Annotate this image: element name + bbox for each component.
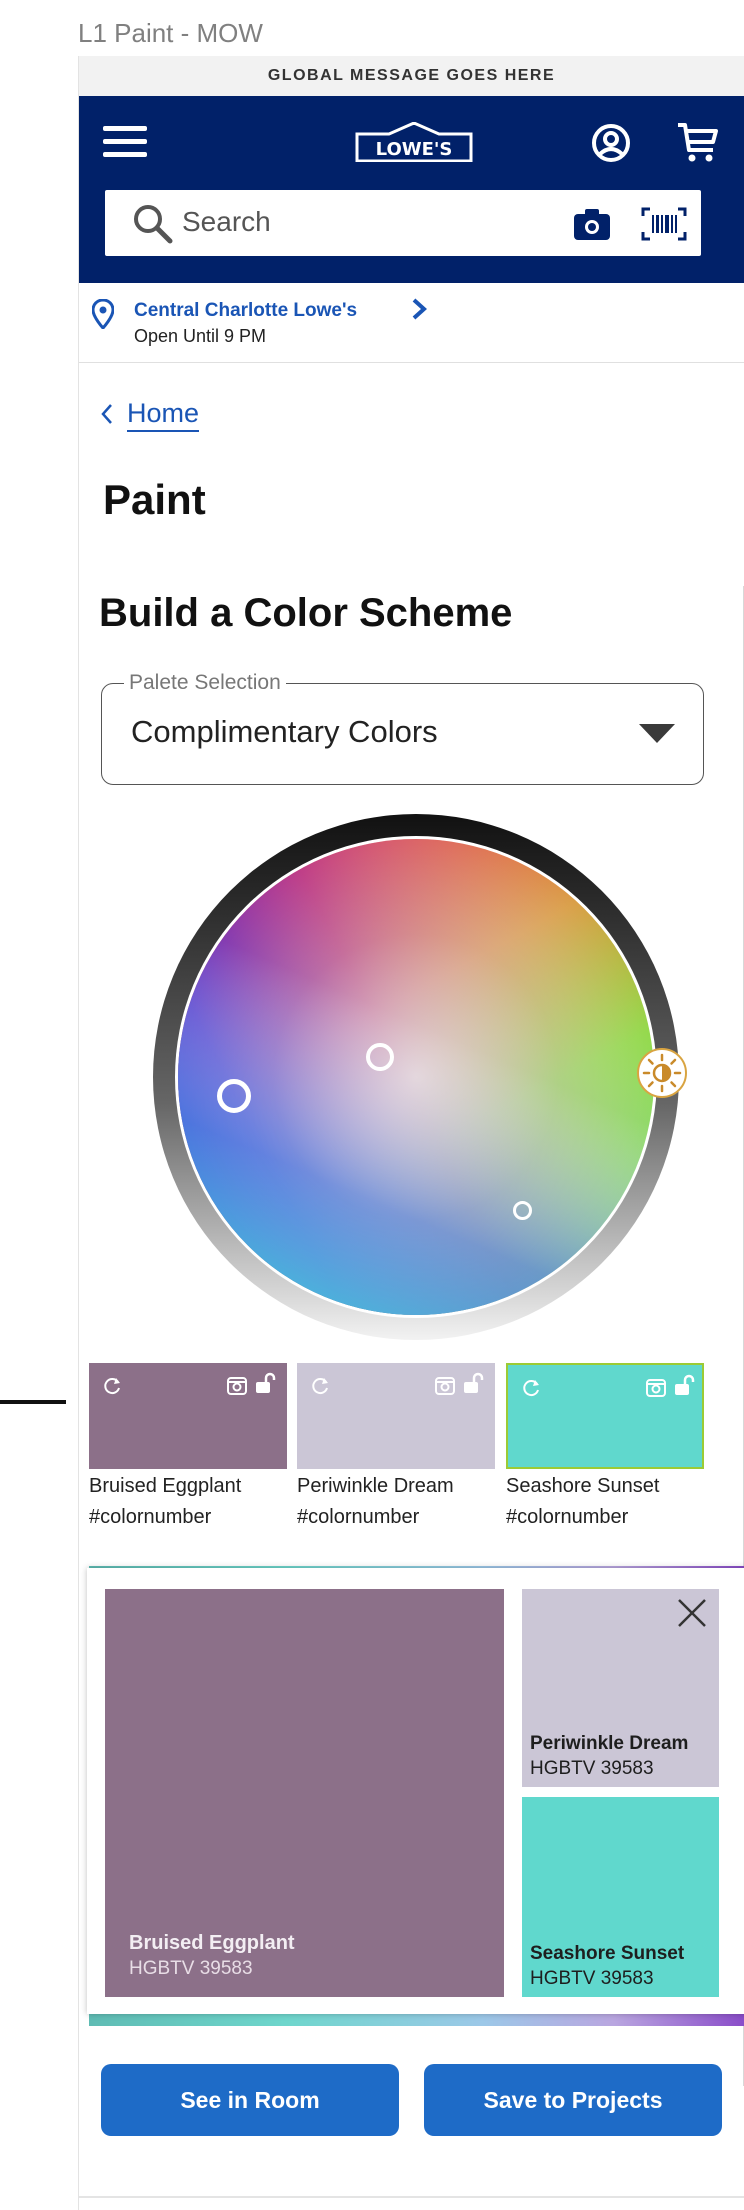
preview-side-code: HGBTV 39583 (530, 1968, 654, 1989)
store-name-link[interactable]: Central Charlotte Lowe's (134, 300, 357, 322)
refresh-icon[interactable] (101, 1375, 123, 1397)
preview-main-swatch[interactable]: Bruised Eggplant HGBTV 39583 (105, 1589, 504, 1997)
unlock-icon[interactable] (254, 1372, 276, 1394)
barcode-scan-icon[interactable] (641, 207, 687, 241)
swatch-number: #colornumber (297, 1506, 420, 1528)
wheel-handle-primary[interactable] (366, 1043, 394, 1071)
svg-text:LOWE'S: LOWE'S (376, 139, 453, 160)
chevron-right-icon[interactable] (409, 297, 429, 321)
preview-side-swatch[interactable]: Seashore Sunset HGBTV 39583 (522, 1797, 719, 1997)
store-hours: Open Until 9 PM (134, 326, 267, 346)
palette-select-label: Palete Selection (124, 671, 286, 695)
wheel-handle-secondary[interactable] (217, 1079, 251, 1113)
site-header: LOWE'S Search (79, 96, 744, 283)
caret-down-icon[interactable] (637, 722, 677, 744)
swatch-card[interactable] (89, 1363, 287, 1469)
palette-select[interactable]: Palete Selection Complimentary Colors (101, 671, 704, 785)
preview-icon[interactable] (226, 1375, 248, 1397)
save-to-projects-button[interactable]: Save to Projects (424, 2064, 722, 2136)
page-title: Paint (103, 476, 206, 523)
chevron-left-icon[interactable] (99, 402, 115, 426)
bottom-divider (79, 2196, 744, 2198)
brightness-icon[interactable] (635, 1046, 689, 1100)
frame-label: L1 Paint - MOW (78, 18, 263, 48)
search-icon (134, 205, 173, 244)
palette-select-value[interactable]: Complimentary Colors (131, 714, 438, 750)
refresh-icon[interactable] (520, 1377, 542, 1399)
phone-screen: GLOBAL MESSAGE GOES HERE LOWE'S Search C… (78, 56, 744, 2210)
search-input[interactable]: Search (182, 206, 271, 238)
preview-icon[interactable] (434, 1375, 456, 1397)
frame-divider (0, 1400, 66, 1404)
cart-icon[interactable] (675, 120, 721, 166)
preview-side-code: HGBTV 39583 (530, 1758, 654, 1779)
refresh-icon[interactable] (309, 1375, 331, 1397)
preview-icon[interactable] (645, 1377, 667, 1399)
swatch-name: Bruised Eggplant (89, 1475, 242, 1497)
swatch-name: Seashore Sunset (506, 1475, 660, 1497)
color-wheel[interactable] (149, 810, 683, 1344)
camera-icon[interactable] (573, 207, 611, 241)
unlock-icon[interactable] (462, 1372, 484, 1394)
see-in-room-button[interactable]: See in Room (101, 2064, 399, 2136)
global-message-banner: GLOBAL MESSAGE GOES HERE (79, 56, 744, 96)
store-selector[interactable]: Central Charlotte Lowe's Open Until 9 PM (79, 283, 744, 363)
preview-main-name: Bruised Eggplant (129, 1932, 295, 1954)
breadcrumb-home[interactable]: Home (127, 396, 200, 432)
menu-icon[interactable] (103, 126, 147, 158)
wheel-handle-tertiary[interactable] (513, 1201, 532, 1220)
swatch-card[interactable] (297, 1363, 495, 1469)
preview-side-name: Periwinkle Dream (530, 1733, 689, 1754)
section-title: Build a Color Scheme (99, 591, 513, 635)
preview-main-code: HGBTV 39583 (129, 1958, 253, 1979)
account-icon[interactable] (590, 122, 632, 164)
lowes-logo[interactable]: LOWE'S (355, 121, 473, 163)
swatch-number: #colornumber (506, 1506, 629, 1528)
search-bar[interactable]: Search (105, 190, 701, 256)
unlock-icon[interactable] (673, 1374, 695, 1396)
swatch-number: #colornumber (89, 1506, 212, 1528)
preview-side-name: Seashore Sunset (530, 1943, 685, 1964)
close-icon[interactable] (675, 1596, 709, 1630)
swatch-card[interactable] (506, 1363, 704, 1469)
swatch-name: Periwinkle Dream (297, 1475, 454, 1497)
location-pin-icon (92, 299, 114, 329)
